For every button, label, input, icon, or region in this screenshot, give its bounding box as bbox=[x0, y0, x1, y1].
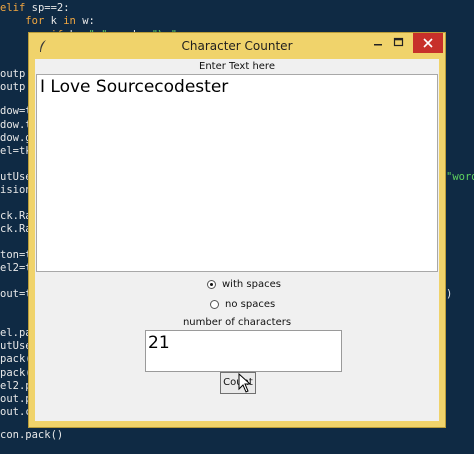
code-line: el2.p bbox=[0, 380, 32, 392]
radio-label: with spaces bbox=[222, 279, 281, 290]
code-line: ton=t bbox=[0, 249, 32, 261]
code-line: dow.g bbox=[0, 132, 32, 144]
code-line: dow=t bbox=[0, 105, 32, 117]
mouse-cursor-icon bbox=[238, 373, 252, 393]
code-line: utUse bbox=[0, 171, 32, 183]
number-of-characters-label: number of characters bbox=[182, 317, 292, 328]
radio-label: no spaces bbox=[225, 299, 276, 310]
code-line: pack( bbox=[0, 353, 32, 365]
code-line: ck.Ra bbox=[0, 223, 32, 235]
code-line: out.p bbox=[0, 393, 32, 405]
character-counter-window: Character Counter Enter Text here I Love… bbox=[28, 32, 446, 428]
code-line: outp bbox=[0, 68, 26, 80]
enter-text-label: Enter Text here bbox=[199, 61, 275, 72]
radio-button[interactable] bbox=[210, 300, 219, 309]
text-input-area[interactable]: I Love Sourcecodester bbox=[36, 74, 438, 272]
code-line: elif sp==2: bbox=[0, 2, 70, 14]
close-icon bbox=[423, 38, 433, 48]
maximize-icon bbox=[393, 37, 404, 47]
maximize-button[interactable] bbox=[385, 33, 411, 53]
code-line: utUse bbox=[0, 340, 32, 352]
code-fragment-right: "word bbox=[446, 171, 474, 183]
character-count-field[interactable]: 21 bbox=[145, 330, 342, 372]
code-fragment-right: ) bbox=[446, 288, 453, 300]
code-line: for k in w: bbox=[25, 15, 95, 27]
code-line: el.pa bbox=[0, 327, 32, 339]
radio-no-spaces[interactable]: no spaces bbox=[35, 297, 439, 313]
code-line: out.c bbox=[0, 406, 32, 418]
code-line: pack( bbox=[0, 367, 32, 379]
code-line: ision bbox=[0, 184, 32, 196]
radio-button-checked[interactable] bbox=[207, 280, 216, 289]
code-line: out=t bbox=[0, 288, 32, 300]
code-line: el2=t bbox=[0, 262, 32, 274]
code-line: con.pack() bbox=[0, 429, 64, 441]
code-line: outp bbox=[0, 81, 26, 93]
code-line: el=tk bbox=[0, 145, 32, 157]
code-line: dow.t bbox=[0, 119, 32, 131]
code-line: ck.Ra bbox=[0, 210, 32, 222]
window-content: Enter Text here I Love Sourcecodester wi… bbox=[35, 59, 439, 421]
radio-with-spaces[interactable]: with spaces bbox=[35, 277, 439, 293]
close-button[interactable] bbox=[413, 33, 443, 53]
title-bar[interactable]: Character Counter bbox=[29, 33, 445, 59]
